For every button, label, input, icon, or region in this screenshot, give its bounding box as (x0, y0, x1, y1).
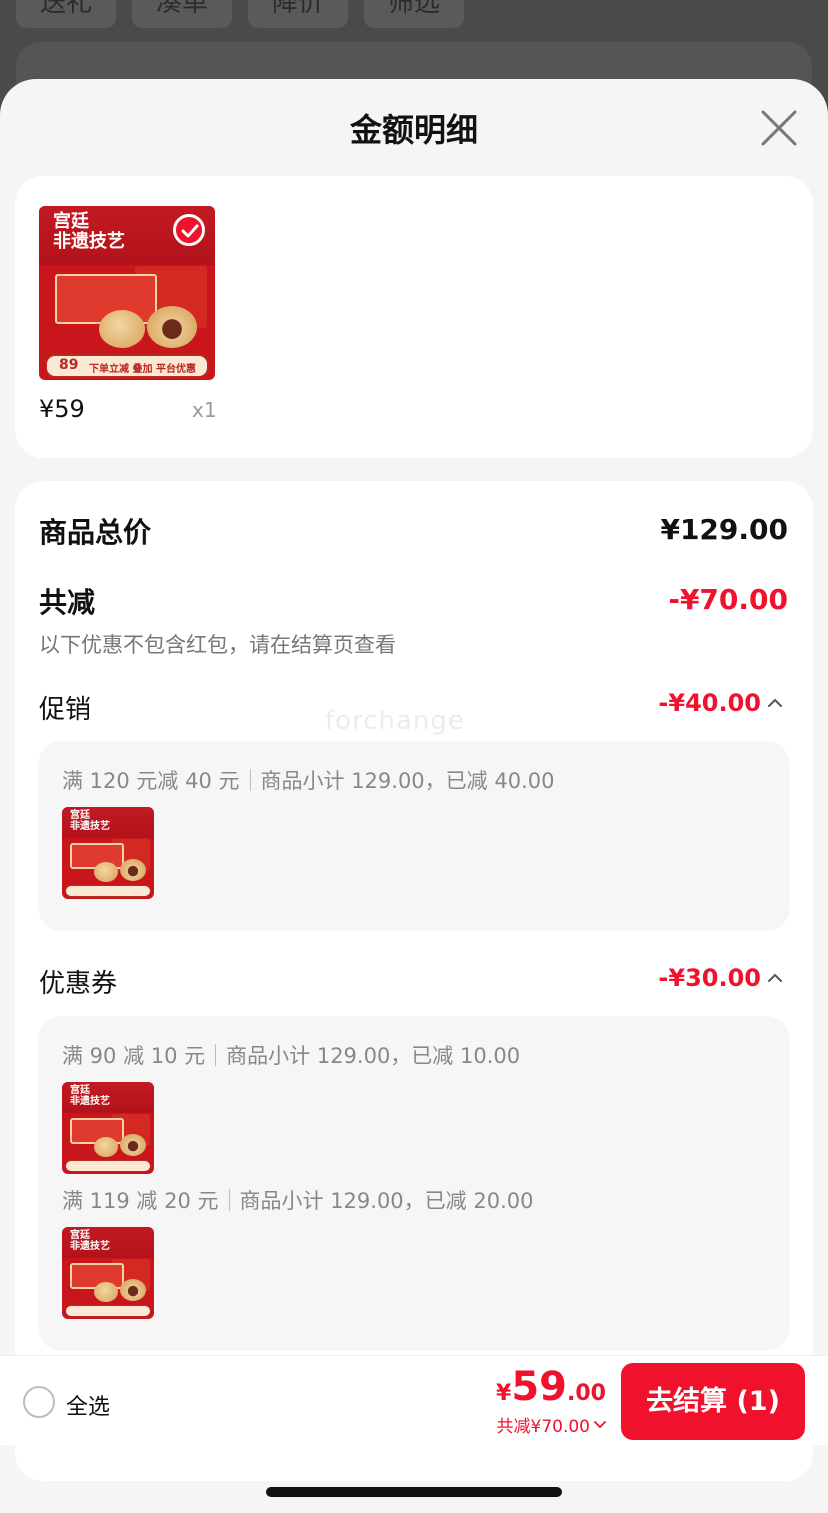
background-chip: 送礼 (16, 0, 117, 28)
rule-detail: 商品小计 129.00，已减 40.00 (260, 769, 555, 793)
promotion-label: 促销 (39, 695, 92, 725)
total-decimal: .00 (567, 1381, 606, 1406)
amount-detail-sheet: 金额明细 宫廷 非遗技艺 89 下单立减 叠加 平台优惠 ¥59 x1 商品总价… (0, 79, 828, 1513)
rule-name: 满 120 元减 40 元 (62, 769, 240, 793)
saving-text: 共减¥70.00 (496, 1417, 590, 1437)
product-image-text: 宫廷 (53, 211, 89, 232)
chevron-up-icon (768, 973, 782, 982)
home-indicator (266, 1487, 562, 1497)
watermark: forchange (325, 706, 465, 736)
promotion-toggle[interactable]: -¥40.00 (658, 689, 783, 717)
currency-symbol: ¥ (496, 1381, 512, 1406)
chevron-up-icon (768, 698, 782, 707)
sheet-title: 金额明细 (349, 111, 478, 149)
product-price: ¥59 (39, 395, 85, 423)
coupon-value: -¥30.00 (658, 964, 761, 992)
background-filter-chips: 送礼 凑单 降价 筛选 (16, 0, 465, 28)
ribbon-number: 89 (59, 357, 79, 373)
promotion-panel: 满 120 元减 40 元商品小计 129.00，已减 40.00 宫廷 非遗技… (38, 741, 790, 931)
total-price-label: 商品总价 (39, 516, 152, 549)
amount-breakdown-card: 商品总价 ¥129.00 共减 -¥70.00 以下优惠不包含红包，请在结算页查… (15, 481, 813, 1481)
product-image-text: 非遗技艺 (53, 231, 125, 252)
background-chip: 降价 (248, 0, 349, 28)
rule-detail: 商品小计 129.00，已减 20.00 (239, 1189, 534, 1213)
select-all-label[interactable]: 全选 (66, 1389, 110, 1421)
promotion-value: -¥40.00 (658, 689, 761, 717)
background-chip: 筛选 (364, 0, 465, 28)
discount-note: 以下优惠不包含红包，请在结算页查看 (39, 633, 396, 657)
product-card: 宫廷 非遗技艺 89 下单立减 叠加 平台优惠 ¥59 x1 (15, 176, 813, 458)
saving-toggle[interactable]: 共减¥70.00 (497, 1412, 606, 1437)
promotion-rule: 满 120 元减 40 元商品小计 129.00，已减 40.00 (62, 765, 554, 795)
background-chip: 凑单 (132, 0, 233, 28)
promo-ribbon: 89 下单立减 叠加 平台优惠 (45, 354, 209, 378)
checkout-bar: 全选 ¥59.00 共减¥70.00 去结算 (1) (0, 1355, 828, 1445)
coupon-rule: 满 90 减 10 元商品小计 129.00，已减 10.00 (62, 1040, 520, 1070)
coupon-panel: 满 90 减 10 元商品小计 129.00，已减 10.00 宫廷 非遗技艺 … (38, 1016, 790, 1351)
total-discount-value: -¥70.00 (668, 583, 788, 616)
close-icon[interactable] (760, 109, 798, 147)
total-discount-label: 共减 (39, 586, 96, 619)
total-integer: 59 (511, 1364, 568, 1410)
selected-check-icon[interactable] (173, 214, 205, 246)
total-amount: ¥59.00 (496, 1364, 606, 1410)
chevron-down-icon (594, 1420, 606, 1428)
coupon-label: 优惠券 (39, 969, 118, 999)
coupon-toggle[interactable]: -¥30.00 (658, 964, 783, 992)
rule-detail: 商品小计 129.00，已减 10.00 (226, 1044, 521, 1068)
rule-product-image: 宫廷 非遗技艺 (62, 1227, 154, 1319)
coupon-rule: 满 119 减 20 元商品小计 129.00，已减 20.00 (62, 1185, 533, 1215)
select-all-radio[interactable] (23, 1386, 55, 1418)
rule-name: 满 119 减 20 元 (62, 1189, 219, 1213)
total-price-value: ¥129.00 (660, 513, 788, 546)
product-quantity: x1 (192, 398, 217, 422)
ribbon-text: 下单立减 叠加 平台优惠 (89, 364, 196, 375)
rule-product-image: 宫廷 非遗技艺 (62, 1082, 154, 1174)
checkout-button[interactable]: 去结算 (1) (621, 1363, 805, 1440)
rule-product-image: 宫廷 非遗技艺 (62, 807, 154, 899)
rule-name: 满 90 减 10 元 (62, 1044, 206, 1068)
